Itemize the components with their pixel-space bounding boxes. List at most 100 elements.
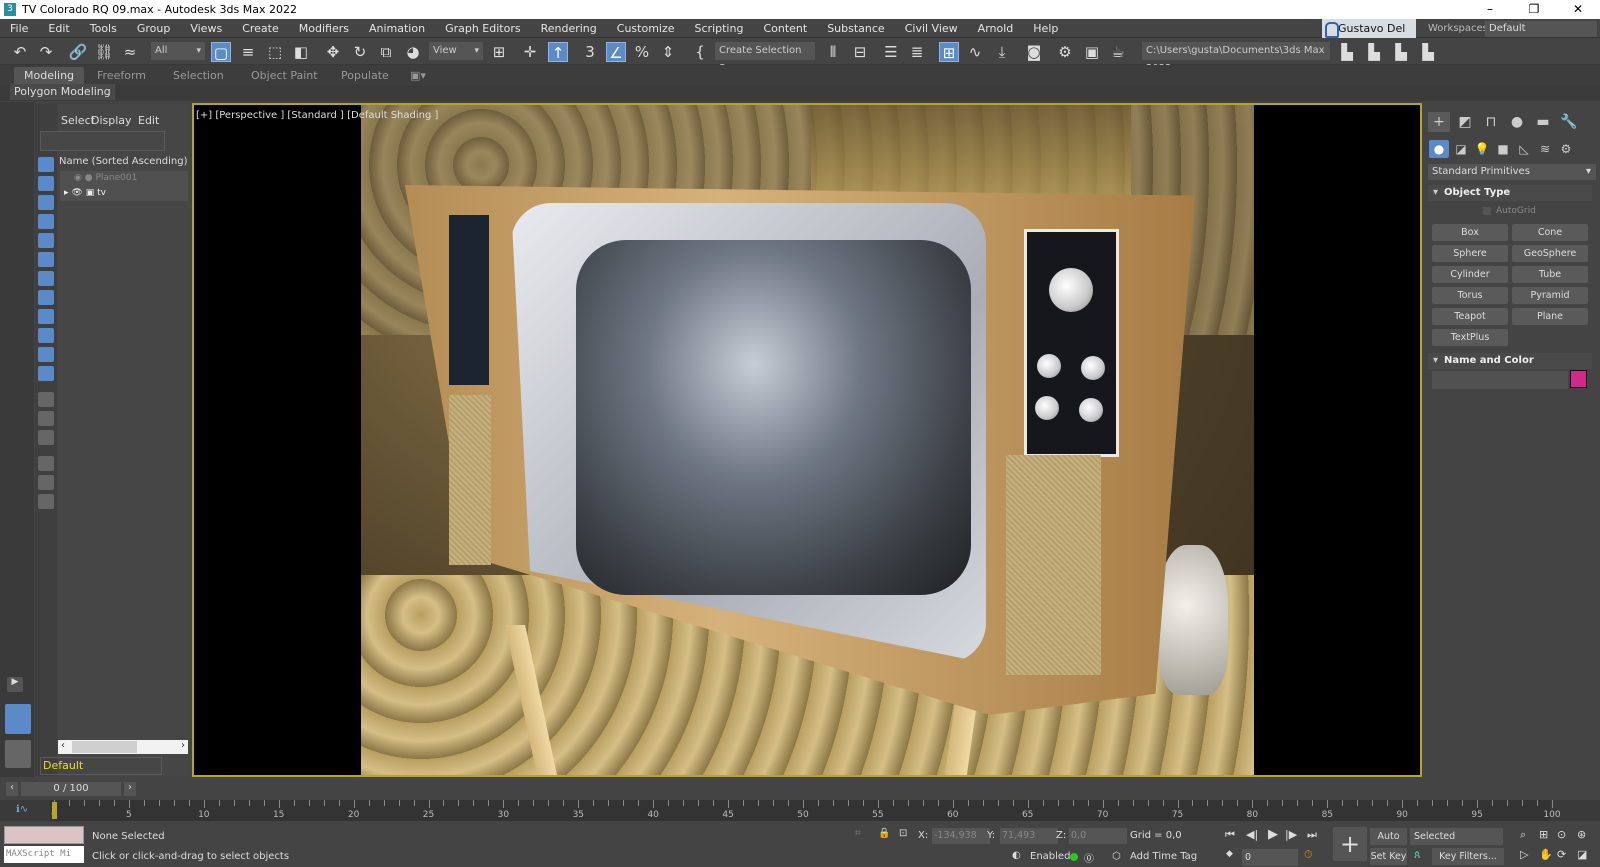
- shapes-icon[interactable]: ◪: [1451, 140, 1471, 158]
- menu-substance[interactable]: Substance: [817, 22, 895, 35]
- project-structure-icon[interactable]: ▙: [1391, 42, 1411, 62]
- render-production-icon[interactable]: ☕: [1108, 42, 1128, 62]
- display-hidden-icon[interactable]: [38, 366, 54, 381]
- previous-frame-icon[interactable]: ◀|: [1246, 828, 1258, 841]
- utilities-tab-icon[interactable]: 🔧: [1558, 112, 1580, 132]
- tube-button[interactable]: Tube: [1512, 266, 1588, 283]
- adaptive-degradation-icon[interactable]: ◐: [1012, 850, 1021, 861]
- undo-icon[interactable]: ↶: [10, 42, 30, 62]
- align-icon[interactable]: ⊟: [850, 42, 870, 62]
- object-category-dropdown[interactable]: Standard Primitives: [1428, 164, 1596, 180]
- polygon-modeling-panel[interactable]: Polygon Modeling: [10, 84, 115, 100]
- textplus-button[interactable]: TextPlus: [1432, 329, 1508, 346]
- explorer-column-header[interactable]: Name (Sorted Ascending): [58, 154, 188, 170]
- auto-key-button[interactable]: Auto Key: [1370, 828, 1407, 859]
- frame-counter[interactable]: 0 / 100: [21, 782, 121, 796]
- project-folder-dropdown[interactable]: C:\Users\gusta\Documents\3ds Max 2022: [1142, 42, 1330, 78]
- explorer-menu-display[interactable]: Display: [91, 114, 132, 127]
- menu-edit[interactable]: Edit: [38, 22, 79, 35]
- zoom-all-icon[interactable]: ⊞: [1539, 828, 1548, 841]
- display-lights-icon[interactable]: [38, 195, 54, 210]
- link-icon[interactable]: 🔗: [68, 42, 88, 62]
- counter-icon[interactable]: ⓪: [1084, 850, 1094, 865]
- restore-button[interactable]: ❐: [1512, 0, 1556, 19]
- cone-button[interactable]: Cone: [1512, 224, 1588, 241]
- tab-populate[interactable]: Populate: [331, 67, 399, 84]
- next-frame-icon[interactable]: |▶: [1285, 828, 1297, 841]
- space-warps-icon[interactable]: ≋: [1535, 140, 1555, 158]
- rendered-frame-window-icon[interactable]: ▣: [1082, 42, 1102, 62]
- time-tag-icon[interactable]: ⬡: [1112, 851, 1121, 862]
- object-name-input[interactable]: [1432, 371, 1568, 389]
- single-viewport-layout-icon[interactable]: [5, 704, 31, 734]
- selection-filter-dropdown[interactable]: All: [151, 42, 205, 60]
- display-helpers-icon[interactable]: [38, 233, 54, 248]
- percent-snap-icon[interactable]: %: [632, 42, 652, 62]
- material-editor-icon[interactable]: ◙: [1024, 42, 1044, 62]
- menu-content[interactable]: Content: [753, 22, 817, 35]
- minimize-button[interactable]: –: [1468, 0, 1512, 19]
- display-cameras-icon[interactable]: [38, 214, 54, 229]
- pyramid-button[interactable]: Pyramid: [1512, 287, 1588, 304]
- bind-space-warp-icon[interactable]: ≈: [120, 42, 140, 62]
- pivot-center-icon[interactable]: ⊞: [489, 42, 509, 62]
- perspective-viewport[interactable]: [192, 103, 1422, 777]
- quad-viewport-layout-icon[interactable]: [5, 740, 31, 768]
- set-key-button[interactable]: Set Key: [1370, 848, 1407, 865]
- expand-icon[interactable]: ▸: [64, 188, 69, 198]
- x-coordinate-field[interactable]: -134,938: [932, 828, 990, 844]
- selection-lock-icon[interactable]: 🔒: [878, 828, 890, 839]
- visibility-icon[interactable]: ◉ ●: [74, 173, 93, 183]
- render-setup-icon[interactable]: ⚙: [1055, 42, 1075, 62]
- layer-explorer-icon[interactable]: ☰: [881, 42, 901, 62]
- menu-modifiers[interactable]: Modifiers: [289, 22, 359, 35]
- modify-tab-icon[interactable]: ◩: [1454, 112, 1476, 132]
- menu-create[interactable]: Create: [232, 22, 289, 35]
- menu-animation[interactable]: Animation: [359, 22, 435, 35]
- menu-views[interactable]: Views: [180, 22, 232, 35]
- y-coordinate-field[interactable]: 71,493: [1000, 828, 1058, 844]
- edit-named-selection-icon[interactable]: {: [690, 42, 710, 62]
- visibility-icon[interactable]: 👁: [71, 188, 82, 198]
- menu-tools[interactable]: Tools: [80, 22, 127, 35]
- helpers-icon[interactable]: ◺: [1514, 140, 1534, 158]
- scene-explorer-icon[interactable]: ⊞: [939, 42, 959, 62]
- display-tab-icon[interactable]: ▬: [1532, 112, 1554, 132]
- motion-tab-icon[interactable]: ●: [1506, 112, 1528, 132]
- display-frozen-icon[interactable]: [38, 347, 54, 362]
- object-color-swatch[interactable]: [1570, 370, 1587, 388]
- explorer-search-input[interactable]: [40, 131, 165, 151]
- window-crossing-icon[interactable]: ◧: [291, 42, 311, 62]
- layers-icon[interactable]: [38, 494, 54, 509]
- object-type-rollout[interactable]: Object Type: [1428, 185, 1592, 201]
- move-icon[interactable]: ✥: [323, 42, 343, 62]
- z-coordinate-field[interactable]: 0,0: [1069, 828, 1127, 844]
- torus-button[interactable]: Torus: [1432, 287, 1508, 304]
- tab-modeling[interactable]: Modeling: [14, 67, 85, 84]
- menu-customize[interactable]: Customize: [607, 22, 685, 35]
- placement-icon[interactable]: ◕: [403, 42, 423, 62]
- teapot-button[interactable]: Teapot: [1432, 308, 1508, 325]
- rectangular-selection-icon[interactable]: ⬚: [265, 42, 285, 62]
- menu-rendering[interactable]: Rendering: [531, 22, 607, 35]
- key-mode-icon[interactable]: ◆: [1226, 849, 1233, 859]
- display-shapes-icon[interactable]: [38, 176, 54, 191]
- close-button[interactable]: ✕: [1556, 0, 1600, 19]
- named-selection-dropdown[interactable]: Create Selection Se: [715, 42, 815, 78]
- current-frame-field[interactable]: 0: [1242, 849, 1298, 866]
- add-time-tag[interactable]: Add Time Tag: [1130, 851, 1197, 862]
- time-slider-thumb[interactable]: [52, 802, 57, 819]
- list-item[interactable]: ▸ 👁 ▣ tv: [60, 186, 188, 201]
- next-frame-icon[interactable]: ›: [124, 782, 136, 796]
- angle-snap-icon[interactable]: ∠: [606, 42, 626, 62]
- key-mode-dropdown[interactable]: Selected: [1410, 828, 1503, 845]
- explorer-menu-select[interactable]: Select: [61, 114, 95, 127]
- project-settings-icon[interactable]: ▙: [1337, 42, 1357, 62]
- project-paths-icon[interactable]: ▙: [1418, 42, 1438, 62]
- display-xrefs-icon[interactable]: [38, 290, 54, 305]
- redo-icon[interactable]: ↷: [36, 42, 56, 62]
- key-filters-button[interactable]: Key Filters...: [1432, 848, 1504, 865]
- geosphere-button[interactable]: GeoSphere: [1512, 245, 1588, 262]
- box-button[interactable]: Box: [1432, 224, 1508, 241]
- rotate-icon[interactable]: ↻: [350, 42, 370, 62]
